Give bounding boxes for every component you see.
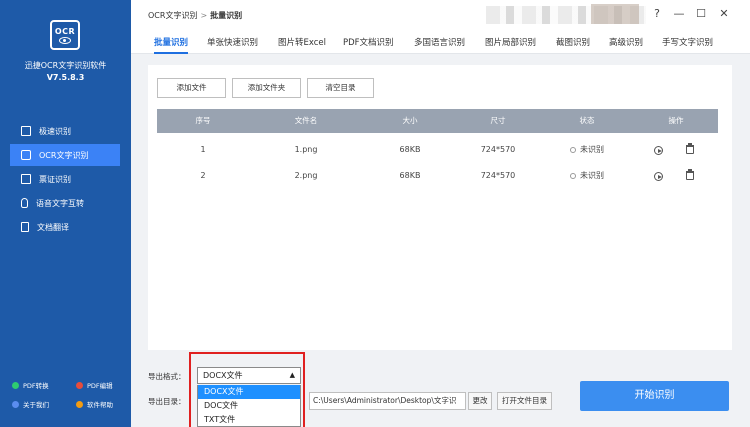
breadcrumb: OCR文字识别 > 批量识别 [148,10,242,21]
sidebar-item-label: 极速识别 [39,126,71,136]
cell-dimensions: 724*570 [480,171,516,180]
column-header: 文件名 [294,116,318,125]
blurred-region [591,4,639,24]
table-row[interactable]: 1 1.png 68KB 724*570 未识别 [157,138,718,162]
tab-multi-language[interactable]: 多国语言识别 [414,32,465,54]
sidebar-item-label: 文档翻译 [37,222,69,232]
ocr-icon [21,150,31,160]
cell-status: 未识别 [557,164,617,188]
cell-filename: 1.png [294,145,318,154]
column-header: 尺寸 [490,116,506,125]
microphone-icon [21,198,28,208]
add-file-button[interactable]: 添加文件 [157,78,226,98]
app-name: 迅捷OCR文字识别软件 [24,61,107,70]
help-link[interactable]: 软件帮助 [76,399,113,409]
sidebar-item-label: 票证识别 [39,174,71,184]
tab-image-to-excel[interactable]: 图片转Excel [278,32,326,54]
close-icon[interactable]: ✕ [717,7,731,21]
dir-label: 导出目录： [148,397,186,406]
about-us-link[interactable]: 关于我们 [12,399,49,409]
play-icon[interactable] [654,146,663,155]
start-recognition-button[interactable]: 开始识别 [580,381,729,411]
column-header: 状态 [579,116,595,125]
sidebar-item-translate[interactable]: 文档翻译 [10,216,120,238]
highlight-box [189,352,305,427]
column-header: 序号 [195,116,211,125]
minimize-icon[interactable]: — [672,7,686,21]
breadcrumb-current: 批量识别 [210,11,243,20]
status-radio-icon [570,172,576,179]
tab-batch[interactable]: 批量识别 [154,32,189,54]
open-dir-button[interactable]: 打开文件目录 [497,392,552,410]
cell-size: 68KB [399,171,421,180]
header: OCR文字识别 > 批量识别 ? — ☐ ✕ [131,0,750,32]
table-header: 序号 文件名 大小 尺寸 状态 操作 [157,109,718,133]
trash-icon[interactable] [686,169,694,180]
help-icon [76,400,83,408]
sidebar-item-card[interactable]: 票证识别 [10,168,120,190]
tab-image-partial[interactable]: 图片局部识别 [485,32,536,54]
cell-index: 2 [200,171,206,180]
tab-advanced[interactable]: 高级识别 [609,32,643,54]
maximize-icon[interactable]: ☐ [694,7,708,21]
sidebar-item-label: OCR文字识别 [39,150,89,160]
pdf-edit-link[interactable]: PDF编辑 [76,380,113,390]
column-header: 大小 [402,116,418,125]
cell-status: 未识别 [557,138,617,162]
app-logo: OCR [50,20,80,50]
output-dir-input[interactable]: C:\Users\Administrator\Desktop\文字识 [309,392,466,410]
pdf-edit-icon [76,381,83,389]
info-icon [12,400,19,408]
status-radio-icon [570,146,576,153]
cell-index: 1 [200,145,206,154]
pdf-convert-icon [12,381,19,389]
tab-bar: 批量识别 单张快速识别 图片转Excel PDF文档识别 多国语言识别 图片局部… [131,32,750,54]
breadcrumb-root[interactable]: OCR文字识别 [148,11,197,20]
sidebar: OCR 迅捷OCR文字识别软件 V7.5.8.3 极速识别 OCR文字识别 票证… [0,0,131,427]
document-icon [21,222,29,232]
tab-pdf-recognition[interactable]: PDF文档识别 [343,32,394,54]
change-dir-button[interactable]: 更改 [468,392,492,410]
sidebar-item-label: 语音文字互转 [36,198,84,208]
sidebar-item-ocr[interactable]: OCR文字识别 [10,144,120,166]
breadcrumb-separator: > [200,11,208,20]
cell-filename: 2.png [294,171,318,180]
app-version: V7.5.8.3 [46,73,85,82]
card-icon [21,174,31,184]
table-row[interactable]: 2 2.png 68KB 724*570 未识别 [157,164,718,188]
trash-icon[interactable] [686,143,694,154]
eye-icon [59,36,71,44]
help-icon[interactable]: ? [650,7,664,21]
file-panel: 添加文件 添加文件夹 清空目录 序号 文件名 大小 尺寸 状态 操作 1 1.p… [148,65,732,350]
play-icon[interactable] [654,172,663,181]
sidebar-item-voice[interactable]: 语音文字互转 [10,192,120,214]
scan-icon [21,126,31,136]
cell-size: 68KB [399,145,421,154]
tab-handwriting[interactable]: 手写文字识别 [662,32,713,54]
column-header: 操作 [668,116,684,125]
add-folder-button[interactable]: 添加文件夹 [232,78,301,98]
logo-text: OCR [54,26,76,36]
sidebar-item-fast-recognition[interactable]: 极速识别 [10,120,120,142]
clear-list-button[interactable]: 清空目录 [307,78,374,98]
tab-single-quick[interactable]: 单张快速识别 [207,32,258,54]
cell-dimensions: 724*570 [480,145,516,154]
pdf-convert-link[interactable]: PDF转换 [12,380,49,390]
tab-screenshot[interactable]: 截图识别 [556,32,590,54]
format-label: 导出格式： [148,372,186,381]
